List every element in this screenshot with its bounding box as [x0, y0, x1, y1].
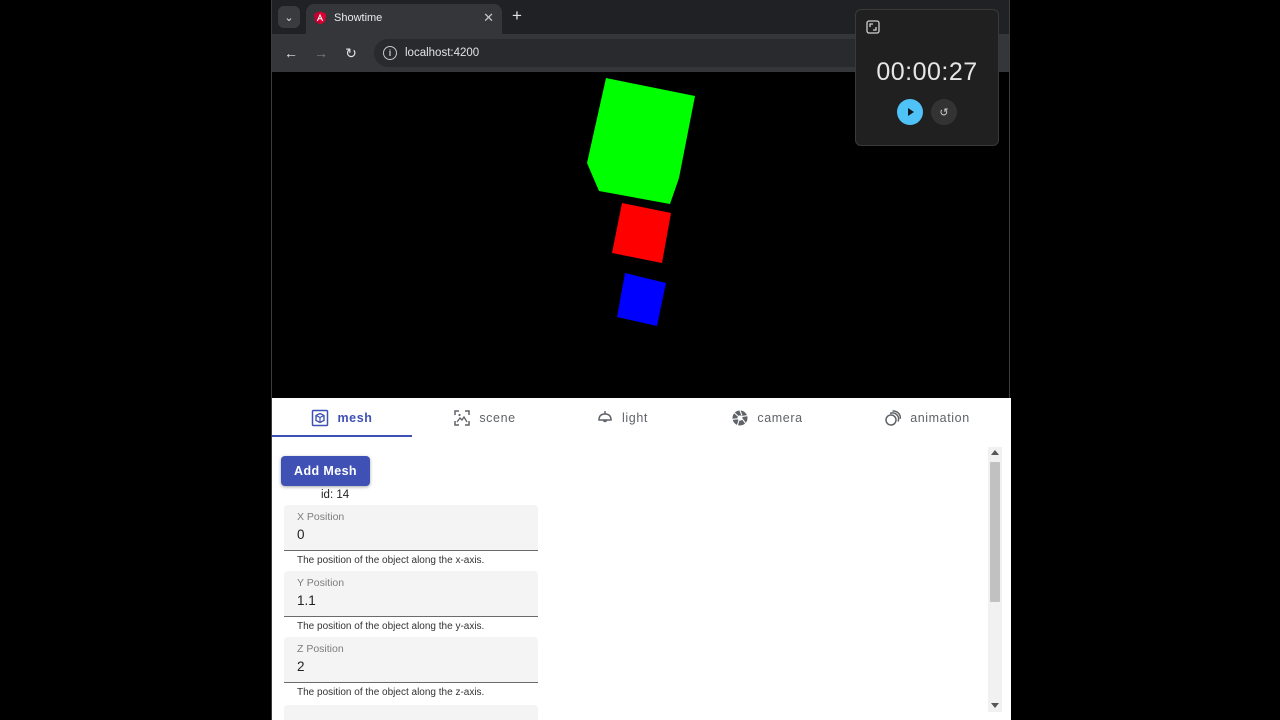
image-frame-icon	[454, 410, 471, 426]
scroll-thumb[interactable]	[990, 462, 1000, 602]
active-tab-indicator	[272, 435, 412, 437]
tab-scene-label: scene	[479, 411, 516, 425]
timer-widget: 00:00:27 ↺	[855, 9, 999, 146]
play-button[interactable]	[897, 99, 923, 125]
scroll-down-arrow[interactable]	[991, 703, 999, 708]
mesh-tab-content: Add Mesh id: 14 X Position 0 The positio…	[272, 446, 1011, 720]
z-position-hint: The position of the object along the z-a…	[297, 687, 485, 698]
tab-camera[interactable]: camera	[702, 398, 832, 438]
panel-tabs: mesh scene light camera animation	[272, 398, 1011, 438]
tab-mesh[interactable]: mesh	[272, 398, 412, 438]
red-cube	[612, 203, 671, 263]
z-position-value[interactable]: 2	[297, 659, 305, 674]
browser-tab[interactable]: Showtime ✕	[306, 4, 502, 34]
z-position-label: Z Position	[297, 643, 344, 655]
green-cube	[587, 78, 695, 204]
expand-icon[interactable]	[866, 20, 880, 34]
y-position-value[interactable]: 1.1	[297, 593, 316, 608]
y-position-hint: The position of the object along the y-a…	[297, 621, 485, 632]
tab-light-label: light	[622, 411, 648, 425]
site-info-icon[interactable]: i	[383, 46, 397, 60]
properties-panel: mesh scene light camera animation Add Me…	[272, 398, 1011, 720]
tab-animation[interactable]: animation	[872, 398, 982, 438]
next-field[interactable]	[284, 705, 538, 720]
y-position-label: Y Position	[297, 577, 345, 589]
url-text[interactable]: localhost:4200	[405, 47, 479, 59]
camera-shutter-icon	[732, 410, 748, 426]
animation-icon	[885, 410, 902, 426]
mesh-id-label: id: 14	[321, 489, 350, 501]
blue-cube	[617, 273, 666, 326]
tab-light[interactable]: light	[562, 398, 682, 438]
tab-close-icon[interactable]: ✕	[483, 10, 494, 26]
scroll-up-arrow[interactable]	[991, 450, 999, 455]
back-button[interactable]: ←	[282, 44, 300, 62]
angular-logo-icon	[314, 11, 326, 25]
play-icon	[908, 108, 914, 116]
x-position-value[interactable]: 0	[297, 527, 305, 542]
x-position-hint: The position of the object along the x-a…	[297, 555, 485, 566]
timer-display: 00:00:27	[876, 58, 978, 86]
z-position-field[interactable]: Z Position 2	[284, 637, 538, 683]
cube-icon	[312, 409, 329, 427]
screen: ⌄ Showtime ✕ + ← → ↻ i localhost:4200 me…	[0, 0, 1280, 720]
tab-scene[interactable]: scene	[427, 398, 542, 438]
add-mesh-button[interactable]: Add Mesh	[281, 456, 370, 486]
tab-animation-label: animation	[910, 411, 970, 425]
reload-button[interactable]: ↻	[342, 44, 360, 62]
reset-button[interactable]: ↺	[931, 99, 957, 125]
new-tab-button[interactable]: +	[512, 7, 522, 25]
lamp-icon	[598, 411, 612, 423]
x-position-label: X Position	[297, 511, 345, 523]
panel-scrollbar[interactable]	[988, 447, 1002, 712]
tab-title: Showtime	[334, 12, 383, 24]
x-position-field[interactable]: X Position 0	[284, 505, 538, 551]
forward-button[interactable]: →	[312, 44, 330, 62]
tab-camera-label: camera	[757, 411, 803, 425]
tab-search-button[interactable]: ⌄	[278, 6, 300, 28]
tab-mesh-label: mesh	[337, 411, 373, 425]
y-position-field[interactable]: Y Position 1.1	[284, 571, 538, 617]
